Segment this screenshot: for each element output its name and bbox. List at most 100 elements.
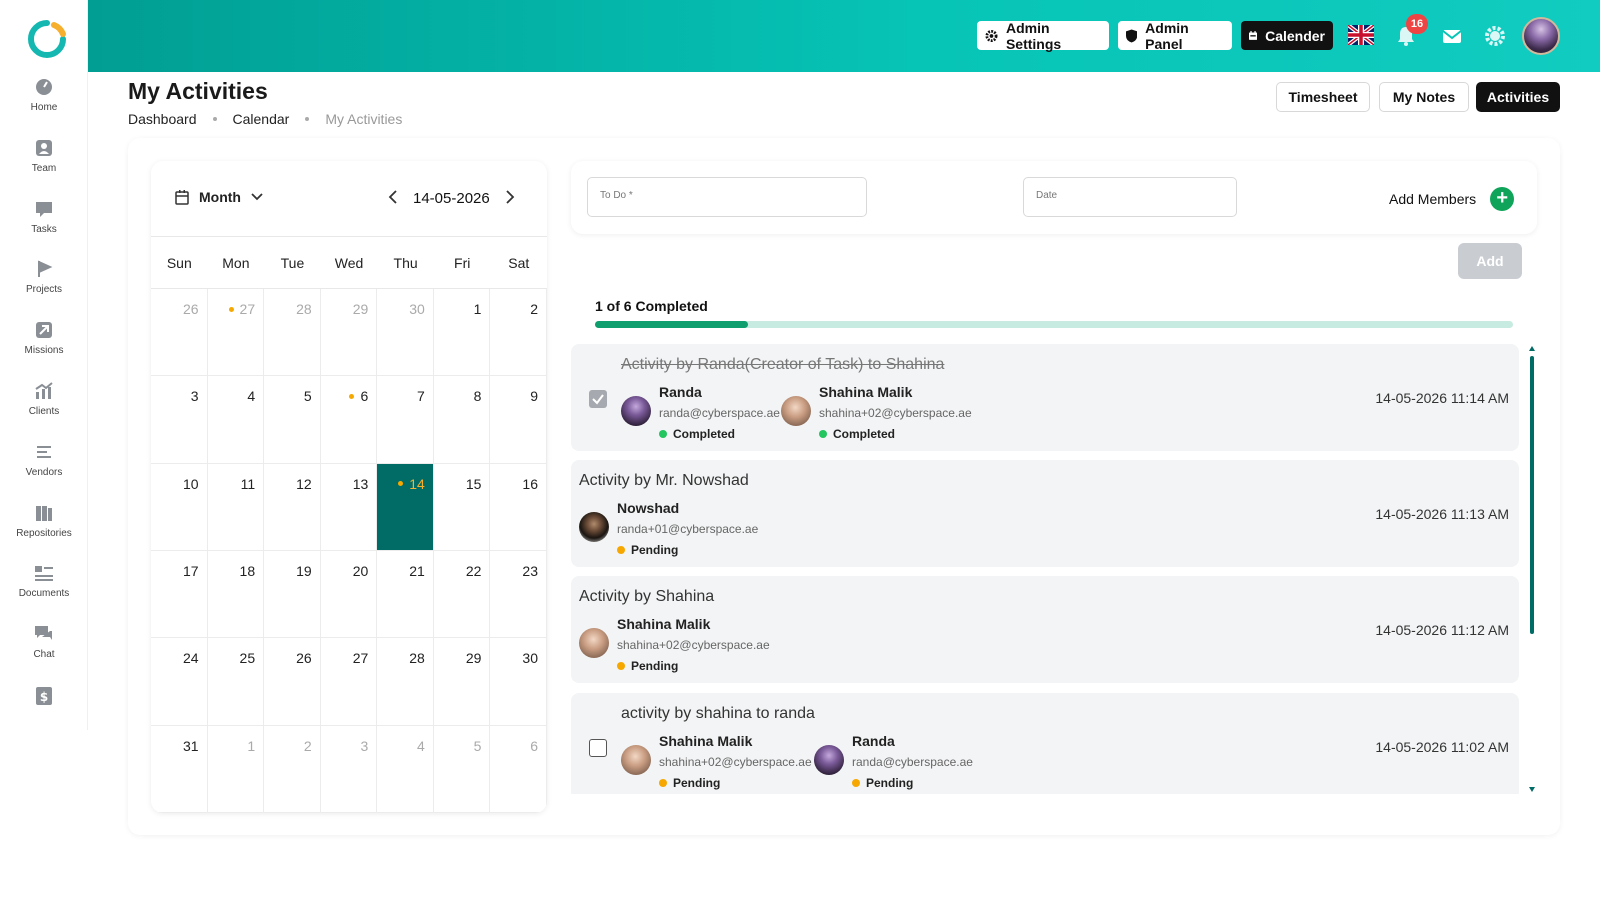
calendar-day[interactable]: 26 <box>151 289 208 377</box>
calendar-day[interactable]: 11 <box>207 463 265 551</box>
activities-button[interactable]: Activities <box>1476 82 1560 112</box>
activity-title: Activity by Shahina <box>579 588 715 605</box>
activity-checkbox[interactable] <box>589 390 607 408</box>
timesheet-button[interactable]: Timesheet <box>1276 82 1370 112</box>
calendar-day[interactable]: 5 <box>433 725 491 813</box>
calendar-day[interactable]: 25 <box>207 638 265 726</box>
scrollbar-thumb[interactable] <box>1530 356 1534 634</box>
sidebar-item-team[interactable]: Team <box>0 139 88 174</box>
calendar-day[interactable]: 21 <box>377 551 434 639</box>
sidebar-item-documents[interactable]: Documents <box>0 564 88 599</box>
sidebar-item-chat[interactable]: Chat <box>0 625 88 660</box>
calendar-toolbar: Month 14-05-2026 <box>151 161 547 237</box>
scroll-down-icon[interactable] <box>1529 787 1535 792</box>
calendar-day[interactable]: 5 <box>264 376 321 464</box>
calendar-day[interactable]: 13 <box>320 463 378 551</box>
calendar-day[interactable]: 6 <box>490 725 547 813</box>
calendar-day[interactable]: 8 <box>433 376 491 464</box>
scroll-up-icon[interactable] <box>1529 346 1535 351</box>
add-button[interactable]: Add <box>1458 243 1522 279</box>
calendar-day[interactable]: 31 <box>151 725 208 813</box>
calendar-day[interactable]: 10 <box>151 463 208 551</box>
calendar-day[interactable]: 28 <box>264 289 321 377</box>
uk-flag-icon[interactable] <box>1348 25 1374 45</box>
activity-item[interactable]: Activity by Shahina Shahina Malik shahin… <box>571 576 1519 683</box>
calendar-day[interactable]: 16 <box>490 463 547 551</box>
calendar-day[interactable]: 27 <box>320 638 378 726</box>
mail-icon[interactable] <box>1440 24 1464 48</box>
day-number: 20 <box>352 563 369 579</box>
calendar-day[interactable]: 22 <box>433 551 491 639</box>
todo-input[interactable]: To Do * <box>587 177 867 217</box>
calendar-day[interactable]: 17 <box>151 551 208 639</box>
sidebar-item-label: Projects <box>25 284 63 295</box>
add-members-button[interactable]: Add Members + <box>1389 187 1515 211</box>
weekday-label: Mon <box>222 255 250 271</box>
calendar-day[interactable]: 29 <box>320 289 378 377</box>
sidebar-item-clients[interactable]: Clients <box>0 382 88 417</box>
breadcrumb-calendar[interactable]: Calendar <box>233 111 290 127</box>
gear-icon <box>985 29 998 42</box>
my-notes-button[interactable]: My Notes <box>1379 82 1469 112</box>
calendar-day[interactable]: 15 <box>433 463 491 551</box>
prev-month-icon[interactable] <box>388 189 398 205</box>
next-month-icon[interactable] <box>505 189 515 205</box>
calendar-day[interactable]: 27 <box>207 289 265 377</box>
activity-item[interactable]: Activity by Mr. Nowshad Nowshad randa+01… <box>571 460 1519 567</box>
user-avatar[interactable] <box>1522 17 1560 55</box>
calendar-day[interactable]: 14 <box>377 463 434 551</box>
day-number: 4 <box>247 388 256 405</box>
activity-checkbox[interactable] <box>589 739 607 757</box>
weekday-label: Wed <box>334 255 364 271</box>
date-input[interactable]: Date <box>1023 177 1237 217</box>
sidebar-item-missions[interactable]: Missions <box>0 321 88 356</box>
calendar-day[interactable]: 2 <box>264 725 321 813</box>
sidebar-item-home[interactable]: Home <box>0 78 88 113</box>
calendar-day[interactable]: 2 <box>490 289 547 377</box>
calender-button[interactable]: Calender <box>1241 21 1333 50</box>
calendar-day[interactable]: 1 <box>433 289 491 377</box>
calendar-day[interactable]: 3 <box>151 376 208 464</box>
day-number: 6 <box>360 388 369 405</box>
calendar-day[interactable]: 7 <box>377 376 434 464</box>
sidebar-item-finance[interactable]: $ <box>0 686 88 720</box>
calendar-day[interactable]: 26 <box>264 638 321 726</box>
sidebar-item-tasks[interactable]: Tasks <box>0 200 88 235</box>
calendar-day[interactable]: 3 <box>320 725 378 813</box>
calendar-day[interactable]: 23 <box>490 551 547 639</box>
sidebar-item-projects[interactable]: Projects <box>0 260 88 295</box>
notification-badge: 16 <box>1406 14 1428 34</box>
settings-gear-icon[interactable] <box>1483 24 1507 48</box>
day-number: 9 <box>530 388 538 405</box>
calendar-day[interactable]: 29 <box>433 638 491 726</box>
calendar-day[interactable]: 20 <box>320 551 378 639</box>
activity-time: 14-05-2026 11:02 AM <box>1375 739 1509 755</box>
app-logo[interactable] <box>26 18 68 60</box>
sidebar-item-vendors[interactable]: Vendors <box>0 443 88 478</box>
activity-item[interactable]: Activity by Randa(Creator of Task) to Sh… <box>571 344 1519 451</box>
calendar-day[interactable]: 4 <box>377 725 434 813</box>
status-label: Completed <box>673 427 736 441</box>
calendar-day[interactable]: 24 <box>151 638 208 726</box>
calendar-view-select[interactable]: Month <box>175 189 263 205</box>
calendar-day[interactable]: 9 <box>490 376 547 464</box>
admin-panel-button[interactable]: Admin Panel <box>1118 20 1232 52</box>
gauge-icon <box>36 79 52 95</box>
calendar-day[interactable]: 28 <box>377 638 434 726</box>
activity-item[interactable]: activity by shahina to randa Shahina Mal… <box>571 693 1519 794</box>
admin-settings-button[interactable]: Admin Settings <box>977 20 1109 52</box>
calendar-day[interactable]: 30 <box>377 289 434 377</box>
calendar-day[interactable]: 6 <box>320 376 378 464</box>
calendar-day[interactable]: 18 <box>207 551 265 639</box>
activity-scrollbar[interactable] <box>1529 346 1535 792</box>
day-number: 14 <box>409 475 425 492</box>
calendar-day[interactable]: 1 <box>207 725 265 813</box>
sidebar-item-repositories[interactable]: Repositories <box>0 504 88 539</box>
day-number: 23 <box>522 563 538 579</box>
breadcrumb-dashboard[interactable]: Dashboard <box>128 111 197 127</box>
calendar-day[interactable]: 4 <box>207 376 265 464</box>
calendar-day[interactable]: 19 <box>264 551 321 639</box>
calendar-day[interactable]: 30 <box>490 638 547 726</box>
check-icon <box>592 394 604 405</box>
calendar-day[interactable]: 12 <box>264 463 321 551</box>
